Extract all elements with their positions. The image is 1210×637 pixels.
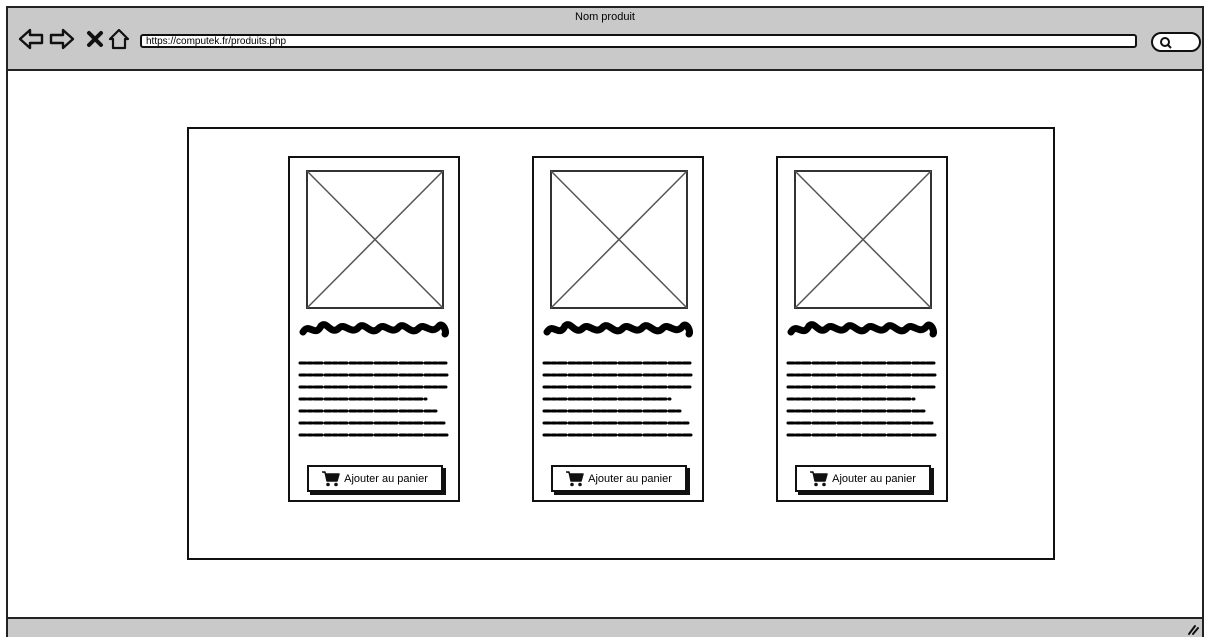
cart-icon [322, 471, 340, 487]
product-description-placeholder [786, 361, 938, 437]
stop-button[interactable] [82, 26, 108, 52]
forward-arrow-icon [49, 28, 75, 50]
add-to-cart-label: Ajouter au panier [832, 472, 916, 485]
forward-button[interactable] [49, 26, 75, 52]
product-card: Ajouter au panier [776, 156, 948, 502]
product-title-placeholder [787, 321, 937, 338]
resize-grip-icon[interactable] [1187, 623, 1199, 635]
browser-window: Nom produit https://computek.fr/produits… [6, 6, 1204, 637]
add-to-cart-button[interactable]: Ajouter au panier [307, 465, 443, 492]
home-icon [108, 28, 130, 50]
window-title: Nom produit [575, 11, 635, 23]
close-icon [87, 31, 103, 47]
product-title-placeholder [299, 321, 449, 338]
url-bar[interactable]: https://computek.fr/produits.php [140, 34, 1137, 48]
product-image-placeholder [794, 170, 932, 309]
product-list-container: Ajouter au panier Ajouter au panier Ajou… [187, 127, 1055, 560]
add-to-cart-button[interactable]: Ajouter au panier [795, 465, 931, 492]
home-button[interactable] [106, 26, 132, 52]
browser-statusbar [8, 617, 1202, 637]
search-icon [1160, 37, 1172, 49]
product-description-placeholder [542, 361, 694, 437]
browser-titlebar: Nom produit https://computek.fr/produits… [8, 8, 1202, 71]
back-button[interactable] [18, 26, 44, 52]
add-to-cart-label: Ajouter au panier [588, 472, 672, 485]
product-image-placeholder [550, 170, 688, 309]
product-title-placeholder [543, 321, 693, 338]
product-description-placeholder [298, 361, 450, 437]
cart-icon [810, 471, 828, 487]
search-button[interactable] [1151, 32, 1201, 52]
product-image-placeholder [306, 170, 444, 309]
cart-icon [566, 471, 584, 487]
add-to-cart-label: Ajouter au panier [344, 472, 428, 485]
back-arrow-icon [18, 28, 44, 50]
add-to-cart-button[interactable]: Ajouter au panier [551, 465, 687, 492]
product-card: Ajouter au panier [288, 156, 460, 502]
product-card: Ajouter au panier [532, 156, 704, 502]
